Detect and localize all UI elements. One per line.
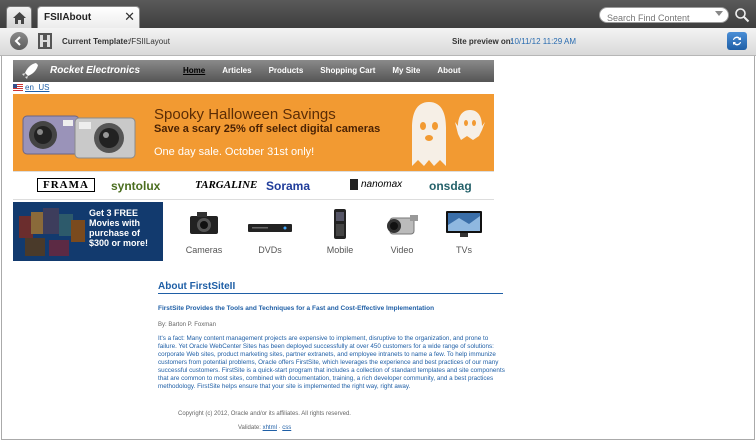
banner-date: One day sale. October 31st only!: [154, 146, 315, 158]
nav-my-site[interactable]: My Site: [392, 66, 420, 75]
home-button[interactable]: [6, 6, 32, 28]
category-label: Mobile: [326, 245, 354, 255]
search-icon[interactable]: [734, 7, 750, 23]
category-cameras[interactable]: Cameras: [173, 202, 235, 261]
category-tvs[interactable]: TVs: [433, 202, 495, 261]
template-label: Current Template:: [62, 37, 131, 46]
nav-shopping-cart[interactable]: Shopping Cart: [320, 66, 375, 75]
refresh-button[interactable]: [727, 32, 747, 50]
category-label: Cameras: [185, 245, 223, 255]
nav-about[interactable]: About: [437, 66, 460, 75]
category-label: DVDs: [258, 245, 282, 255]
banner-title: Spooky Halloween Savings: [154, 106, 336, 123]
article-subtitle: FirstSite Provides the Tools and Techniq…: [158, 305, 435, 312]
promo-line-1: Get 3 FREE: [89, 208, 139, 218]
movie-promo[interactable]: Get 3 FREE Movies with purchase of $300 …: [13, 202, 163, 261]
site-header: Rocket Electronics Home Articles Product…: [13, 60, 494, 82]
search-box: [599, 7, 729, 25]
promo-text: Get 3 FREE Movies with purchase of $300 …: [89, 208, 161, 248]
locale-selector[interactable]: en_US: [13, 83, 49, 92]
category-dvds[interactable]: DVDs: [239, 202, 301, 261]
promo-line-2: Movies with: [89, 218, 141, 228]
validate-label: Validate:: [238, 425, 261, 431]
promo-line-4: $300 or more!: [89, 238, 149, 248]
close-icon[interactable]: ✕: [124, 9, 135, 25]
tv-icon: [446, 211, 482, 237]
validate-links: Validate: xhtml · css: [238, 425, 291, 431]
category-video[interactable]: Video: [371, 202, 433, 261]
nav-home[interactable]: Home: [183, 66, 205, 75]
category-mobile[interactable]: Mobile: [309, 202, 371, 261]
dvd-cover-image: [43, 208, 59, 234]
toolbar: Current Template: /FSIILayout Site previ…: [0, 28, 756, 56]
site-nav: Home Articles Products Shopping Cart My …: [183, 66, 478, 75]
locale-label: en_US: [25, 83, 50, 92]
ghost-image-small: [455, 110, 485, 140]
dvd-cover-image: [49, 240, 69, 256]
brand-frama[interactable]: FRAMA: [37, 178, 95, 192]
brand-onsdag[interactable]: onsdag: [429, 179, 472, 193]
promo-line-3: purchase of: [89, 228, 141, 238]
article-divider: [158, 293, 503, 294]
dvd-cover-image: [25, 238, 45, 256]
tab-label: FSIIAbout: [44, 12, 92, 23]
copyright-text: Copyright (c) 2012, Oracle and/or its af…: [178, 411, 351, 417]
article-body: It's a fact: Many content management pro…: [158, 335, 505, 390]
article-title: About FirstSiteII: [158, 281, 236, 292]
video-camera-icon: [387, 215, 418, 235]
chevron-down-icon[interactable]: [715, 11, 723, 16]
preview-label: Site preview on:: [452, 37, 514, 46]
category-label: TVs: [455, 245, 472, 255]
nav-articles[interactable]: Articles: [222, 66, 251, 75]
banner-subtitle: Save a scary 25% off select digital came…: [154, 123, 381, 135]
site-name[interactable]: Rocket Electronics: [50, 65, 140, 76]
arrow-left-icon: [14, 36, 21, 46]
refresh-icon: [733, 36, 741, 46]
article-byline: By: Barton P. Foxman: [158, 322, 216, 328]
rocket-logo-icon[interactable]: [21, 62, 39, 80]
tab-strip: FSIIAbout ✕: [0, 0, 756, 28]
mobile-phone-icon: [334, 209, 346, 239]
tab-fsiiabout[interactable]: FSIIAbout ✕: [37, 6, 140, 28]
camera-icon: [190, 212, 218, 234]
preview-date-link[interactable]: 10/11/12 11:29 AM: [510, 37, 576, 46]
back-button[interactable]: [10, 32, 28, 50]
dvd-player-icon: [248, 224, 292, 232]
home-icon: [12, 11, 26, 24]
dvd-cover-image: [71, 220, 85, 242]
search-input[interactable]: [607, 11, 719, 25]
category-label: Video: [390, 245, 414, 255]
category-row: Cameras DVDs Mobile Video TVs: [163, 202, 494, 261]
brand-bar: FRAMA syntolux TARGALINE Sorama nanomax …: [13, 171, 494, 200]
ghost-image: [412, 102, 446, 166]
brand-syntolux[interactable]: syntolux: [111, 179, 160, 193]
template-value: /FSIILayout: [129, 37, 170, 46]
validate-xhtml-link[interactable]: xhtml: [263, 425, 277, 431]
halloween-banner[interactable]: Spooky Halloween Savings Save a scary 25…: [13, 94, 494, 171]
brand-targaline[interactable]: TARGALINE: [195, 179, 257, 191]
brand-nanomax[interactable]: nanomax: [350, 179, 402, 190]
us-flag-icon: [13, 84, 23, 91]
template-icon[interactable]: [38, 33, 52, 49]
validate-separator: ·: [278, 425, 281, 431]
camera-image-silver: [74, 117, 136, 159]
nav-products[interactable]: Products: [269, 66, 304, 75]
brand-sorama[interactable]: Sorama: [266, 179, 310, 193]
validate-css-link[interactable]: css: [282, 425, 291, 431]
